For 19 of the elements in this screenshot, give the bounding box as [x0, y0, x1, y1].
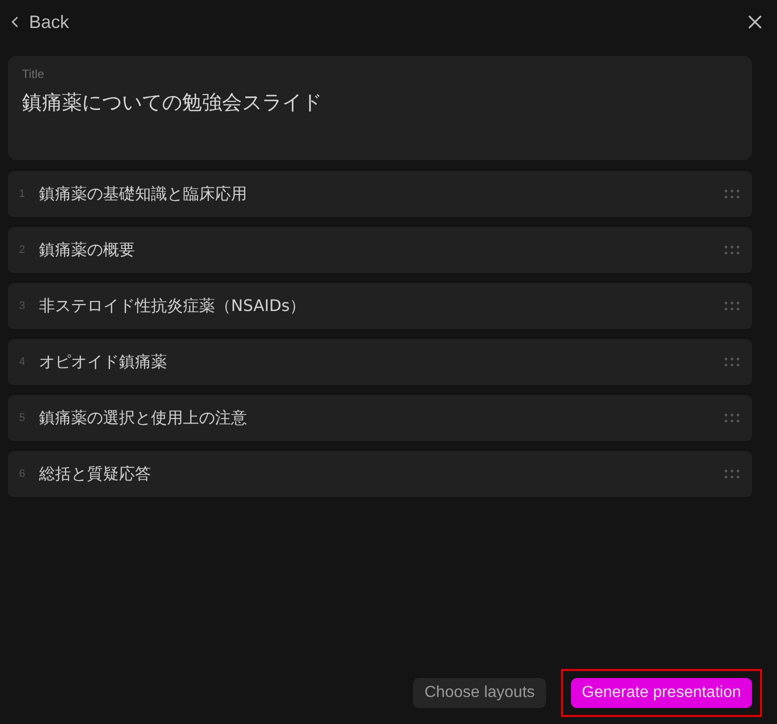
item-text: 鎮痛薬の選択と使用上の注意: [39, 408, 248, 428]
layouts-button[interactable]: Choose layouts: [413, 678, 546, 708]
item-text: 非ステロイド性抗炎症薬（NSAIDs）: [39, 296, 307, 316]
item-text: 鎮痛薬の概要: [39, 240, 136, 260]
drag-handle-icon[interactable]: [724, 189, 740, 199]
drag-handle-icon[interactable]: [724, 413, 740, 423]
title-field[interactable]: Title 鎮痛薬についての勉強会スライド: [8, 56, 752, 160]
item-text: 総括と質疑応答: [39, 464, 152, 484]
drag-handle-icon[interactable]: [724, 469, 740, 479]
field-label: Title: [22, 67, 46, 81]
item-text: 鎮痛薬の基礎知識と臨床応用: [39, 184, 248, 204]
close-icon[interactable]: [748, 15, 762, 29]
title-text: 鎮痛薬についての勉強会スライド: [22, 89, 323, 116]
drag-handle-icon[interactable]: [724, 357, 740, 367]
drag-handle-icon[interactable]: [724, 301, 740, 311]
item-text: オピオイド鎮痛薬: [39, 352, 168, 372]
chevron-left-icon: [11, 16, 19, 28]
back-button[interactable]: Back: [8, 12, 70, 32]
drag-handle-icon[interactable]: [724, 245, 740, 255]
